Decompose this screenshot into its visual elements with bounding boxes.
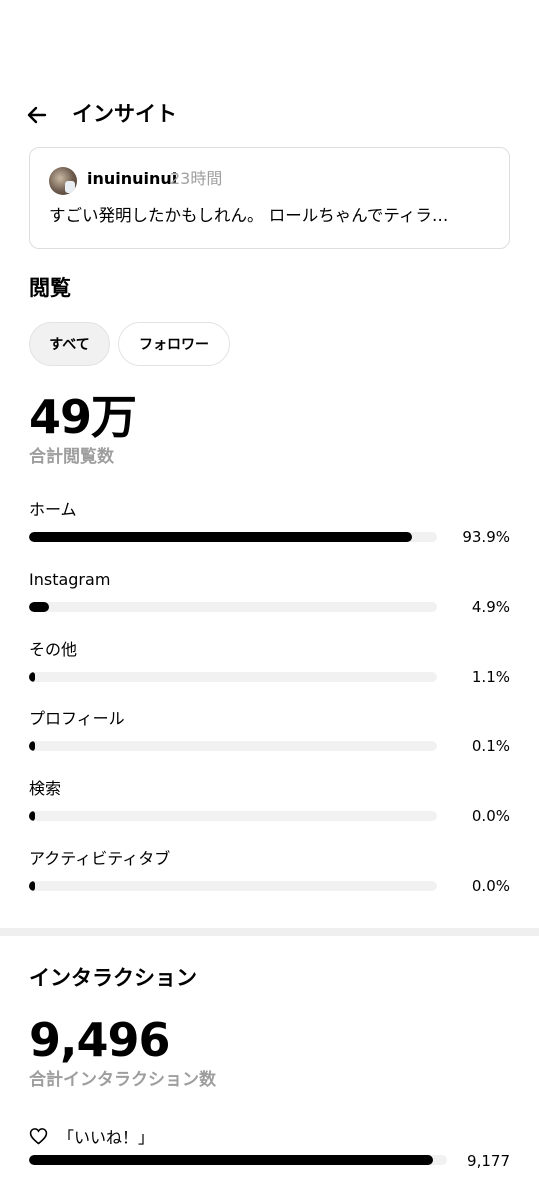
- post-username: inuinuinui: [87, 169, 178, 188]
- source-bar-fill: [29, 672, 35, 682]
- source-label: 検索: [29, 779, 62, 798]
- post-preview-card[interactable]: inuinuinui 23時間 すごい発明したかもしれん。 ロールちゃんでティラ…: [29, 147, 510, 249]
- back-button[interactable]: [22, 100, 52, 130]
- post-time: 23時間: [170, 169, 223, 188]
- likes-count: 9,177: [467, 1152, 510, 1170]
- source-bar-fill: [29, 602, 49, 612]
- source-percent: 93.9%: [462, 528, 510, 546]
- source-bar-track: [29, 741, 437, 751]
- post-text: すごい発明したかもしれん。 ロールちゃんでティラ…: [49, 206, 449, 225]
- source-label: Instagram: [29, 570, 111, 589]
- source-bar-fill: [29, 741, 35, 751]
- section-divider: [0, 928, 539, 936]
- likes-bar-fill: [29, 1155, 433, 1165]
- source-label: アクティビティタブ: [29, 849, 171, 868]
- filter-chip-all[interactable]: すべて: [29, 322, 110, 366]
- source-bar-track: [29, 672, 437, 682]
- likes-label: 「いいね！」: [58, 1128, 155, 1147]
- source-bar-fill: [29, 881, 35, 891]
- page-title: インサイト: [72, 102, 177, 126]
- heart-icon: [29, 1128, 48, 1145]
- source-bar-track: [29, 602, 437, 612]
- source-label: その他: [29, 640, 78, 659]
- source-percent: 4.9%: [471, 598, 510, 616]
- source-bar-track: [29, 532, 437, 542]
- source-label: プロフィール: [29, 709, 125, 728]
- source-bar-track: [29, 811, 437, 821]
- views-section-title: 閲覧: [29, 276, 71, 300]
- source-percent: 0.1%: [471, 737, 510, 755]
- avatar: [49, 167, 77, 195]
- source-percent: 0.0%: [471, 877, 510, 895]
- likes-bar-track: [29, 1155, 447, 1165]
- source-bar-track: [29, 881, 437, 891]
- filter-chip-followers[interactable]: フォロワー: [118, 322, 230, 366]
- likes-row-label: 「いいね！」: [29, 1125, 154, 1147]
- interactions-section-title: インタラクション: [29, 966, 197, 990]
- source-percent: 1.1%: [471, 668, 510, 686]
- total-views-value: 49万: [29, 390, 137, 444]
- source-label: ホーム: [29, 500, 77, 519]
- arrow-left-icon: [27, 106, 47, 124]
- total-interactions-value: 9,496: [29, 1013, 171, 1067]
- source-bar-fill: [29, 811, 35, 821]
- source-bar-fill: [29, 532, 413, 542]
- total-views-label: 合計閲覧数: [29, 447, 114, 467]
- source-percent: 0.0%: [471, 807, 510, 825]
- total-interactions-label: 合計インタラクション数: [29, 1070, 216, 1090]
- top-bar: インサイト: [0, 92, 539, 136]
